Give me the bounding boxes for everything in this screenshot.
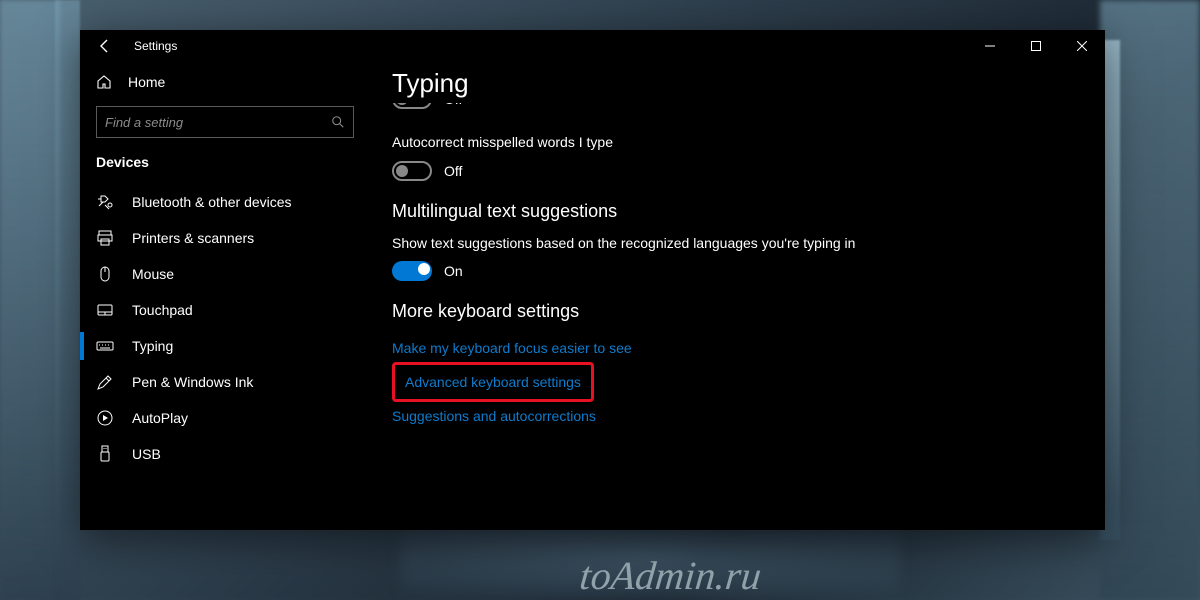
sidebar-item-printer[interactable]: Printers & scanners [80,220,370,256]
minimize-button[interactable] [967,30,1013,62]
sidebar-item-label: Bluetooth & other devices [132,194,292,210]
autoplay-icon [96,409,114,427]
titlebar: Settings [80,30,1105,62]
app-title: Settings [134,39,177,53]
bluetooth-icon [96,193,114,211]
home-label: Home [128,74,165,90]
more-keyboard-section-heading: More keyboard settings [392,301,1083,322]
sidebar-item-mouse[interactable]: Mouse [80,256,370,292]
highlighted-link: Advanced keyboard settings [392,362,594,402]
settings-link[interactable]: Suggestions and autocorrections [392,402,596,430]
cut-toggle-label: Off [444,103,462,107]
page-title: Typing [392,68,1083,99]
typing-icon [96,337,114,355]
sidebar-item-label: Pen & Windows Ink [132,374,253,390]
window-controls [967,30,1105,62]
sidebar-item-usb[interactable]: USB [80,436,370,472]
sidebar-item-label: Typing [132,338,173,354]
pen-icon [96,373,114,391]
autocorrect-setting-label: Autocorrect misspelled words I type [392,133,872,153]
sidebar: Home Devices Bluetooth & other devices Pr… [80,62,370,530]
links-list: Make my keyboard focus easier to see Adva… [392,334,1083,430]
sidebar-item-typing[interactable]: Typing [80,328,370,364]
multilingual-toggle-state: On [444,263,463,279]
sidebar-item-autoplay[interactable]: AutoPlay [80,400,370,436]
sidebar-item-label: USB [132,446,161,462]
printer-icon [96,229,114,247]
settings-link[interactable]: Make my keyboard focus easier to see [392,334,632,362]
settings-link[interactable]: Advanced keyboard settings [405,368,581,396]
nav-list: Bluetooth & other devices Printers & scan… [80,184,370,472]
sidebar-item-touchpad[interactable]: Touchpad [80,292,370,328]
maximize-button[interactable] [1013,30,1059,62]
search-icon [331,115,345,129]
autocorrect-toggle[interactable] [392,161,432,181]
home-icon [96,74,112,90]
sidebar-item-label: Printers & scanners [132,230,254,246]
autocorrect-toggle-state: Off [444,163,462,179]
search-input[interactable] [105,115,331,130]
search-box[interactable] [96,106,354,138]
multilingual-setting-label: Show text suggestions based on the recog… [392,234,872,254]
sidebar-item-label: AutoPlay [132,410,188,426]
cut-toggle-switch[interactable] [392,103,432,109]
sidebar-item-pen[interactable]: Pen & Windows Ink [80,364,370,400]
usb-icon [96,445,114,463]
sidebar-item-bluetooth[interactable]: Bluetooth & other devices [80,184,370,220]
multilingual-section-heading: Multilingual text suggestions [392,201,1083,222]
back-icon[interactable] [96,38,112,54]
sidebar-item-label: Touchpad [132,302,193,318]
mouse-icon [96,265,114,283]
home-nav[interactable]: Home [80,66,370,98]
settings-window: Settings Home Devices Bluetooth & other … [80,30,1105,530]
category-label: Devices [80,152,370,184]
content-area: Typing Off Autocorrect misspelled words … [370,62,1105,530]
close-button[interactable] [1059,30,1105,62]
multilingual-toggle[interactable] [392,261,432,281]
touchpad-icon [96,301,114,319]
sidebar-item-label: Mouse [132,266,174,282]
